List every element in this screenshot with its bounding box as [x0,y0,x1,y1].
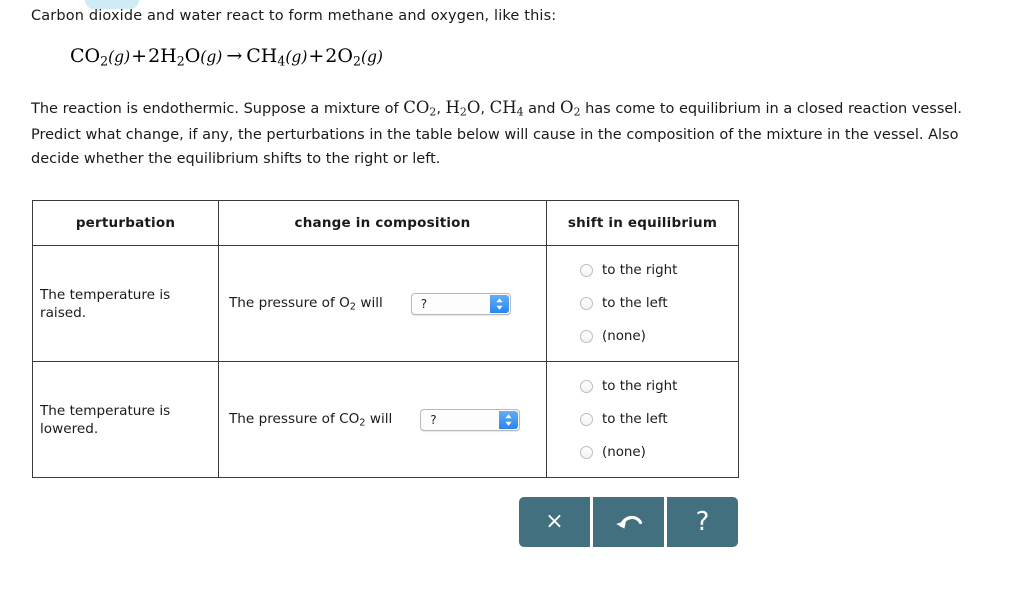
undo-icon [612,509,646,536]
perturbation-cell-2: The temperature is lowered. [32,361,219,478]
radio-label: to the right [602,263,678,278]
paragraph-part-1: The reaction is endothermic. Suppose a m… [31,101,404,117]
radio-label: to the left [602,296,668,311]
table-row: The temperature is lowered. The pressure… [32,361,739,478]
change-cell-2: The pressure of CO2 will ? [218,361,547,478]
radio-circle-icon[interactable] [580,330,593,343]
help-button[interactable]: ? [667,497,738,547]
paragraph-chem-o2: O2 [560,98,581,119]
radio-label: (none) [602,329,646,344]
intro-text: Carbon dioxide and water react to form m… [31,8,557,24]
paragraph-chem-co2: CO2 [403,98,437,119]
radio-label: to the right [602,379,678,394]
radio-label: to the left [602,412,668,427]
chevron-updown-icon[interactable] [499,410,519,429]
radio-circle-icon[interactable] [580,264,593,277]
header-perturbation: perturbation [32,200,219,246]
equation-product-ch4: CH4(g) [246,45,308,69]
close-icon: × [545,509,564,534]
radio-circle-icon[interactable] [580,297,593,310]
radio-option-to-the-left-2[interactable]: to the left [547,403,738,436]
perturbation-cell-1: The temperature is raised. [32,245,219,362]
table-header-row: perturbation change in composition shift… [32,200,739,246]
question-mark-icon: ? [695,507,710,537]
radio-option-none-1[interactable]: (none) [547,320,738,353]
paragraph-sep-2: , [480,101,490,117]
radio-option-to-the-left-1[interactable]: to the left [547,287,738,320]
equation-reactant-h2o: 2H2O(g) [148,45,223,69]
equation-plus-2: + [308,45,325,67]
change-label-2: The pressure of CO2 will [229,410,393,429]
chemical-equation: CO2(g)+2H2O(g) → CH4(g)+2O2(g) [70,43,383,75]
header-change-in-composition: change in composition [218,200,547,246]
shift-cell-2: to the right to the left (none) [546,361,739,478]
clear-button[interactable]: × [519,497,590,547]
radio-circle-icon[interactable] [580,380,593,393]
radio-circle-icon[interactable] [580,413,593,426]
header-shift-in-equilibrium: shift in equilibrium [546,200,739,246]
undo-button[interactable] [593,497,664,547]
radio-option-to-the-right-2[interactable]: to the right [547,370,738,403]
paragraph-chem-h2o: H2O [445,98,481,119]
equation-plus-1: + [131,45,148,67]
equation-product-o2: 2O2(g) [325,45,383,69]
change-cell-1: The pressure of O2 will ? [218,245,547,362]
equation-arrow: → [226,45,243,67]
chevron-updown-icon[interactable] [489,294,509,313]
pressure-select-1[interactable]: ? [410,292,511,315]
pressure-select-2-value: ? [430,412,437,427]
radio-option-to-the-right-1[interactable]: to the right [547,254,738,287]
pressure-select-1-value: ? [420,296,428,311]
change-label-1: The pressure of O2 will [229,294,383,313]
radio-label: (none) [602,445,646,460]
instructions-paragraph: The reaction is endothermic. Suppose a m… [31,96,983,171]
paragraph-sep-1: , [436,101,446,117]
radio-circle-icon[interactable] [580,446,593,459]
table-row: The temperature is raised. The pressure … [32,245,739,362]
paragraph-sep-3: and [523,101,561,117]
radio-option-none-2[interactable]: (none) [547,436,738,469]
equation-reactant-co2: CO2(g) [70,45,131,69]
shift-cell-1: to the right to the left (none) [546,245,739,362]
equilibrium-table: perturbation change in composition shift… [32,200,739,478]
action-toolbar: × ? [519,497,738,547]
pressure-select-2[interactable]: ? [420,408,521,431]
paragraph-chem-ch4: CH4 [489,98,524,119]
